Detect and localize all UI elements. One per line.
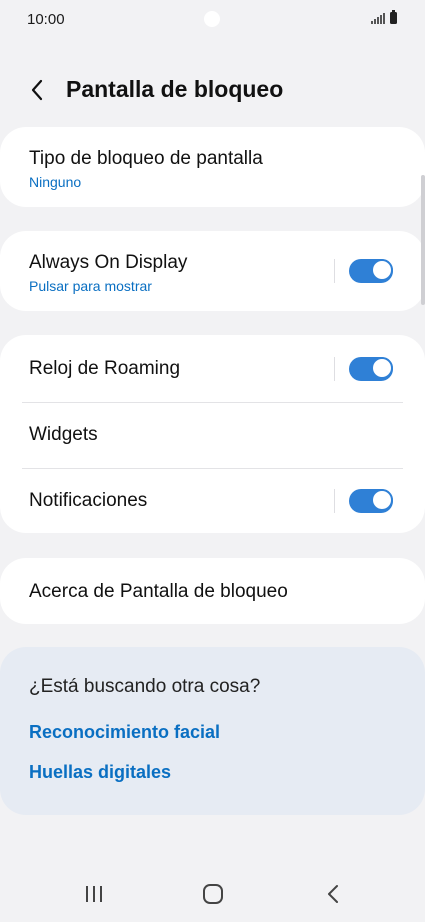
lock-type-title: Tipo de bloqueo de pantalla bbox=[29, 148, 263, 169]
widgets-row[interactable]: Widgets bbox=[0, 402, 425, 468]
phone-screen: 10:00 Pantalla de bloqueo Tipo de bloque… bbox=[0, 0, 425, 922]
roaming-clock-title: Reloj de Roaming bbox=[29, 358, 181, 379]
always-on-subtitle: Pulsar para mostrar bbox=[29, 278, 152, 294]
roaming-clock-toggle[interactable] bbox=[349, 357, 393, 381]
scrollbar[interactable] bbox=[421, 175, 425, 305]
lock-type-value: Ninguno bbox=[29, 174, 82, 190]
vertical-separator bbox=[334, 259, 335, 283]
header: Pantalla de bloqueo bbox=[0, 68, 425, 112]
about-title: Acerca de Pantalla de bloqueo bbox=[29, 581, 288, 602]
page-title: Pantalla de bloqueo bbox=[66, 76, 284, 102]
suggestion-link-fingerprints[interactable]: Huellas digitales bbox=[29, 762, 171, 783]
suggestion-link-face-recognition[interactable]: Reconocimiento facial bbox=[29, 722, 220, 743]
about-row[interactable]: Acerca de Pantalla de bloqueo bbox=[0, 558, 425, 624]
nav-back-icon[interactable] bbox=[311, 876, 355, 912]
notifications-title: Notificaciones bbox=[29, 490, 148, 511]
lock-type-row[interactable]: Tipo de bloqueo de pantalla Ninguno bbox=[0, 127, 425, 207]
always-on-row[interactable]: Always On Display Pulsar para mostrar bbox=[0, 231, 425, 311]
status-time: 10:00 bbox=[27, 11, 65, 28]
lock-type-card: Tipo de bloqueo de pantalla Ninguno bbox=[0, 127, 425, 207]
recents-icon[interactable] bbox=[72, 876, 116, 912]
battery-icon bbox=[390, 10, 397, 24]
vertical-separator bbox=[334, 357, 335, 381]
toggle-knob bbox=[371, 489, 393, 511]
toggle-knob bbox=[371, 357, 393, 379]
lockscreen-options-card: Reloj de Roaming Widgets Notificaciones bbox=[0, 335, 425, 533]
vertical-separator bbox=[334, 489, 335, 513]
notifications-toggle[interactable] bbox=[349, 489, 393, 513]
home-icon[interactable] bbox=[191, 876, 235, 912]
widgets-title: Widgets bbox=[29, 424, 98, 445]
status-bar: 10:00 bbox=[0, 0, 425, 40]
status-icons bbox=[371, 10, 397, 24]
always-on-card: Always On Display Pulsar para mostrar bbox=[0, 231, 425, 311]
suggestions-card: ¿Está buscando otra cosa? Reconocimiento… bbox=[0, 647, 425, 815]
always-on-title: Always On Display bbox=[29, 252, 188, 273]
navigation-bar bbox=[0, 866, 425, 922]
front-camera bbox=[204, 11, 220, 27]
signal-icon bbox=[371, 12, 385, 24]
notifications-row[interactable]: Notificaciones bbox=[0, 468, 425, 533]
about-card: Acerca de Pantalla de bloqueo bbox=[0, 558, 425, 624]
back-arrow-icon[interactable] bbox=[26, 76, 50, 104]
roaming-clock-row[interactable]: Reloj de Roaming bbox=[0, 335, 425, 402]
suggestions-title: ¿Está buscando otra cosa? bbox=[29, 676, 261, 697]
toggle-knob bbox=[371, 259, 393, 281]
always-on-toggle[interactable] bbox=[349, 259, 393, 283]
